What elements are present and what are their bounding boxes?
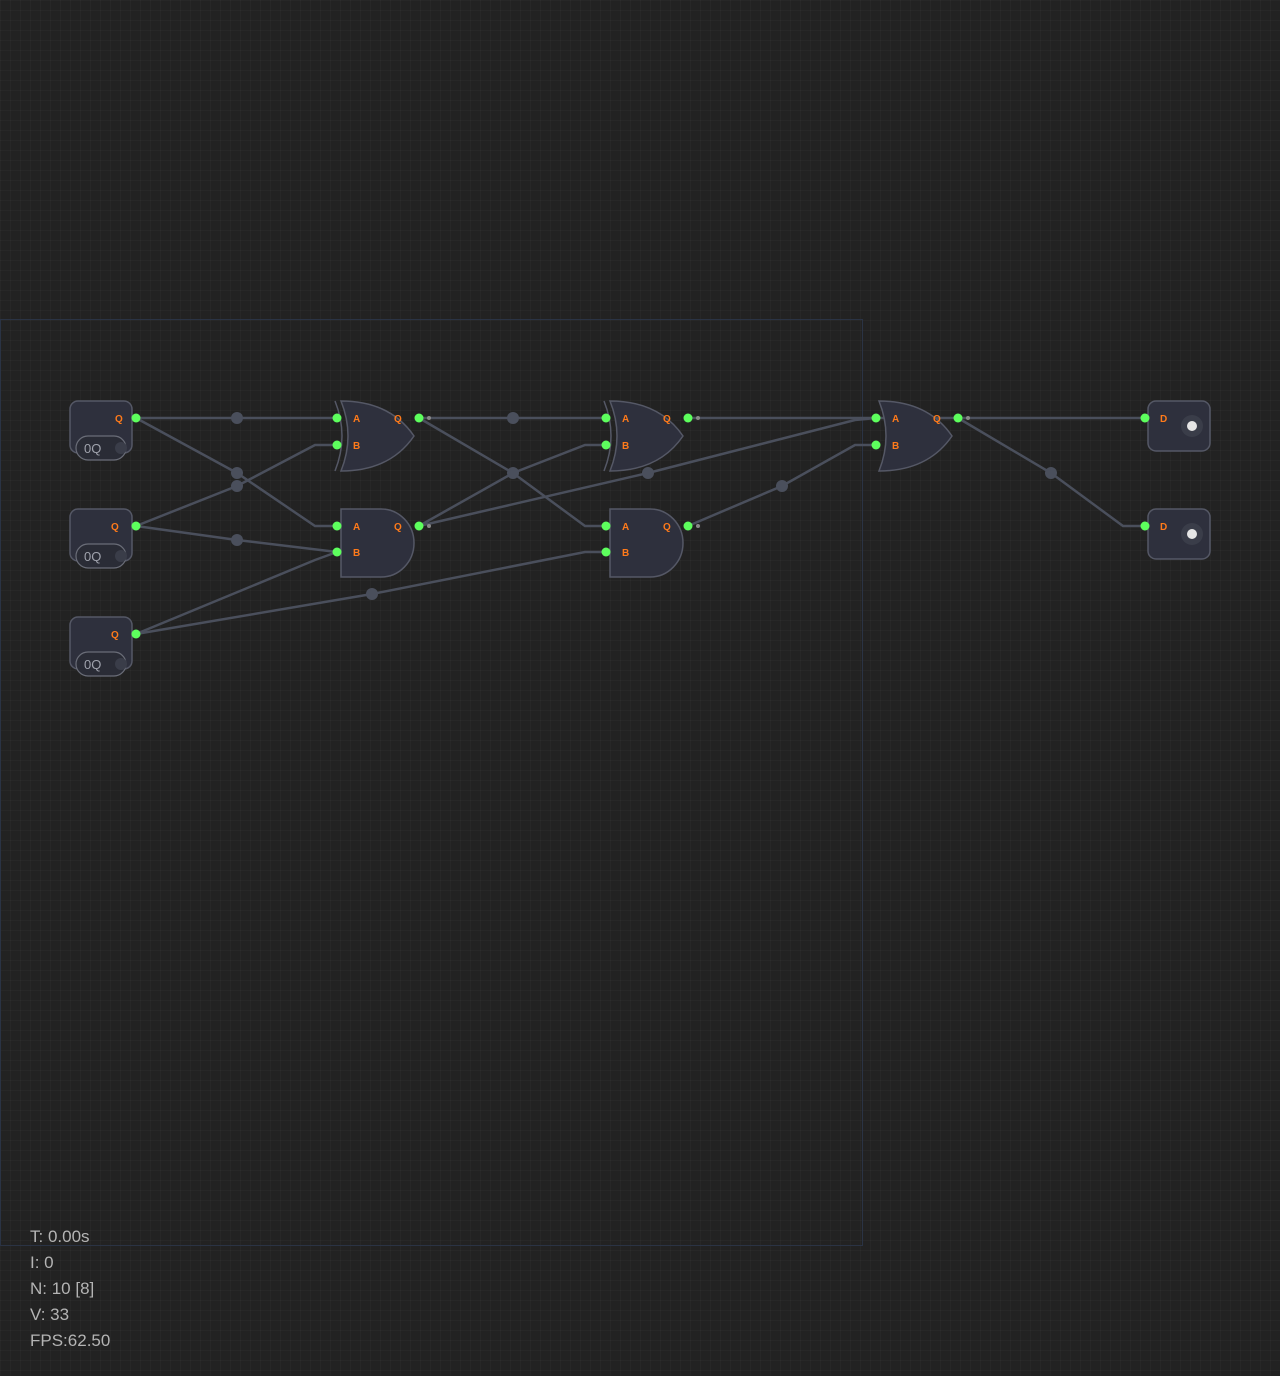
wire-knot[interactable]: [776, 480, 788, 492]
stat-values: V: 33: [30, 1305, 70, 1324]
toggle-label: 0Q: [84, 441, 101, 456]
stat-iterations: I: 0: [30, 1253, 54, 1272]
input-a-label: A: [353, 414, 360, 425]
stat-fps: FPS:62.50: [30, 1331, 111, 1350]
input-a-label: A: [622, 414, 629, 425]
wire-knot[interactable]: [231, 480, 243, 492]
input-pin[interactable]: [1140, 521, 1150, 531]
output-dot-icon: [427, 524, 431, 528]
input-pin[interactable]: [871, 440, 881, 450]
toggle-knob-icon: [115, 658, 127, 670]
output-q-label: Q: [933, 414, 941, 425]
output-pin[interactable]: [131, 413, 141, 423]
wire-knot[interactable]: [642, 467, 654, 479]
input-b-label: B: [353, 548, 360, 559]
input-b-label: B: [353, 441, 360, 452]
toggle-label: 0Q: [84, 549, 101, 564]
output-node[interactable]: D: [1140, 400, 1211, 452]
xor-gate-extra-arc-icon: [603, 400, 612, 472]
input-pin[interactable]: [1140, 413, 1150, 423]
and-gate[interactable]: A B Q: [332, 508, 432, 578]
input-node[interactable]: Q 0Q: [69, 400, 141, 461]
output-pin[interactable]: [683, 521, 693, 531]
input-node[interactable]: Q 0Q: [69, 508, 141, 569]
output-pin-label: Q: [111, 630, 119, 641]
output-pin[interactable]: [414, 521, 424, 531]
toggle-knob-icon: [115, 550, 127, 562]
toggle-label: 0Q: [84, 657, 101, 672]
wire-knot[interactable]: [366, 588, 378, 600]
and-gate-body-icon: [340, 508, 415, 578]
output-pin-label: Q: [115, 414, 123, 425]
output-pin-label: Q: [111, 522, 119, 533]
input-pin-label: D: [1160, 414, 1167, 425]
led-light-icon: [1187, 529, 1197, 539]
wire-knot[interactable]: [1045, 467, 1057, 479]
stats-overlay: T: 0.00s I: 0 N: 10 [8] V: 33 FPS:62.50: [30, 1224, 110, 1354]
led-light-icon: [1187, 421, 1197, 431]
toggle-knob-icon: [115, 442, 127, 454]
and-gate[interactable]: A B Q: [601, 508, 701, 578]
input-pin[interactable]: [601, 547, 611, 557]
output-q-label: Q: [663, 522, 671, 533]
wire[interactable]: [135, 550, 338, 636]
or-gate[interactable]: A B Q: [871, 400, 971, 472]
input-b-label: B: [892, 441, 899, 452]
output-pin[interactable]: [131, 521, 141, 531]
stat-time: T: 0.00s: [30, 1227, 90, 1246]
input-pin[interactable]: [601, 440, 611, 450]
output-dot-icon: [966, 416, 970, 420]
input-pin[interactable]: [601, 413, 611, 423]
or-gate-body-icon: [877, 400, 953, 472]
node-canvas[interactable]: Q 0Q Q 0Q Q 0Q A B Q A B Q A B Q A B Q A…: [0, 0, 1280, 1376]
output-q-label: Q: [394, 522, 402, 533]
wire-knot[interactable]: [231, 534, 243, 546]
input-pin[interactable]: [332, 547, 342, 557]
wire-knot[interactable]: [507, 467, 519, 479]
input-pin[interactable]: [332, 413, 342, 423]
xor-gate-extra-arc-icon: [334, 400, 343, 472]
output-q-label: Q: [663, 414, 671, 425]
xor-gate-body-icon: [608, 400, 684, 472]
output-dot-icon: [696, 524, 700, 528]
wire-knot[interactable]: [231, 467, 243, 479]
input-b-label: B: [622, 548, 629, 559]
xor-gate[interactable]: A B Q: [601, 400, 701, 472]
input-pin[interactable]: [332, 521, 342, 531]
output-node[interactable]: D: [1140, 508, 1211, 560]
output-pin[interactable]: [953, 413, 963, 423]
output-pin[interactable]: [414, 413, 424, 423]
input-pin[interactable]: [601, 521, 611, 531]
input-pin[interactable]: [871, 413, 881, 423]
output-pin[interactable]: [131, 629, 141, 639]
input-a-label: A: [353, 522, 360, 533]
output-pin[interactable]: [683, 413, 693, 423]
input-pin[interactable]: [332, 440, 342, 450]
input-a-label: A: [892, 414, 899, 425]
input-node[interactable]: Q 0Q: [69, 616, 141, 677]
output-q-label: Q: [394, 414, 402, 425]
wire[interactable]: [418, 443, 606, 528]
circuit-graph[interactable]: Q 0Q Q 0Q Q 0Q A B Q A B Q A B Q A B Q A…: [0, 0, 1280, 1376]
input-b-label: B: [622, 441, 629, 452]
wire-knot[interactable]: [231, 412, 243, 424]
xor-gate-body-icon: [339, 400, 415, 472]
and-gate-body-icon: [609, 508, 684, 578]
input-pin-label: D: [1160, 522, 1167, 533]
output-dot-icon: [427, 416, 431, 420]
stat-nodes: N: 10 [8]: [30, 1279, 95, 1298]
output-dot-icon: [696, 416, 700, 420]
wire-knot[interactable]: [507, 412, 519, 424]
input-a-label: A: [622, 522, 629, 533]
xor-gate[interactable]: A B Q: [332, 400, 432, 472]
